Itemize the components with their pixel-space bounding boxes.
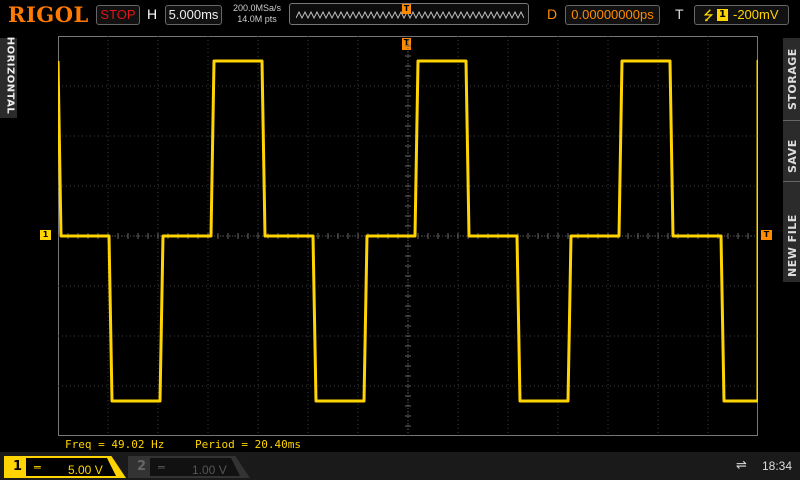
usb-icon: ⇌ (736, 458, 747, 473)
sample-rate: 200.0MSa/s (232, 3, 282, 13)
horizontal-menu-tab[interactable]: HORIZONTAL (0, 36, 17, 118)
trigger-level: -200mV (733, 7, 779, 22)
channel2-tab[interactable]: 2 ═ 1.00 V (128, 456, 250, 478)
run-stop-indicator[interactable]: STOP (96, 5, 140, 25)
channel1-scale: 5.00 V (68, 463, 103, 477)
menu-item-new-file-label: NEW FILE (786, 214, 799, 277)
trigger-label: T (675, 6, 684, 22)
menu-item-save-label: SAVE (786, 139, 799, 173)
channel1-offset-marker[interactable]: 1 (40, 230, 51, 240)
acquisition-info: 200.0MSa/s 14.0M pts (226, 3, 288, 25)
channel2-scale: 1.00 V (192, 463, 227, 477)
system-clock: 18:34 (762, 459, 793, 473)
run-state-label: STOP (100, 7, 136, 22)
trigger-level-marker[interactable]: T (761, 230, 772, 240)
trigger-display[interactable]: ⭍ 1 -200mV (694, 5, 789, 25)
menu-item-storage[interactable]: STORAGE (783, 38, 800, 120)
top-status-bar: RIGOL STOP H 5.000ms 200.0MSa/s 14.0M pt… (0, 0, 800, 32)
horizontal-menu-label: HORIZONTAL (4, 36, 16, 115)
menu-item-storage-label: STORAGE (786, 48, 799, 110)
dc-coupling-icon: ═ (158, 461, 165, 474)
menu-item-save[interactable]: SAVE (783, 121, 800, 181)
delay-display[interactable]: 0.00000000ps (565, 5, 660, 25)
channel1-number: 1 (13, 459, 23, 474)
delay-label: D (547, 6, 558, 22)
brand-logo: RIGOL (8, 2, 89, 27)
period-measurement: Period = 20.40ms (195, 438, 301, 451)
channel-status-bar: 1 ═ 5.00 V 2 ═ 1.00 V ⇌ 18:34 (0, 452, 800, 480)
trigger-source: 1 (717, 9, 728, 21)
storage-menu-panel[interactable]: STORAGE SAVE NEW FILE (783, 38, 800, 282)
frequency-measurement: Freq = 49.02 Hz (65, 438, 165, 451)
channel1-tab[interactable]: 1 ═ 5.00 V (4, 456, 126, 478)
delay-value: 0.00000000ps (571, 7, 654, 22)
channel2-number: 2 (137, 459, 147, 474)
rising-edge-icon: ⭍ (703, 9, 714, 24)
trigger-position-marker: T (402, 4, 411, 14)
timebase-value: 5.000ms (168, 7, 219, 22)
dc-coupling-icon: ═ (34, 461, 41, 474)
memory-depth: 14.0M pts (237, 14, 277, 24)
horizontal-label: H (147, 6, 158, 22)
waveform-display (58, 36, 758, 436)
timebase-display[interactable]: 5.000ms (165, 5, 222, 25)
menu-item-new-file[interactable]: NEW FILE (783, 182, 800, 282)
